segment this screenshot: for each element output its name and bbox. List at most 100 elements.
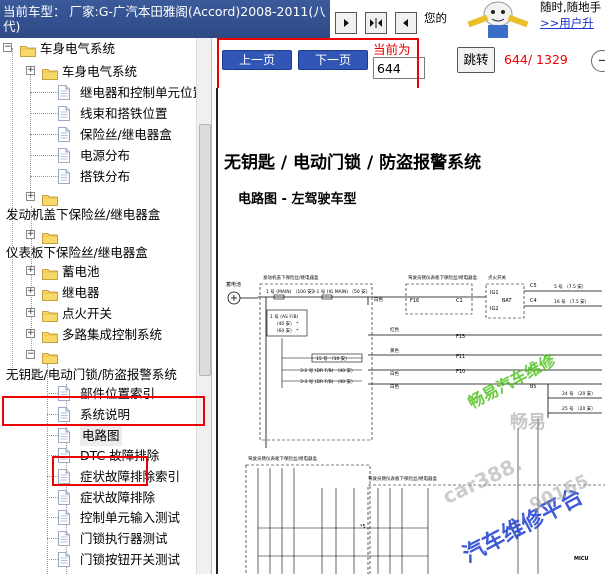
top-message: 您的 (424, 11, 447, 25)
star5-label: *5 (360, 524, 366, 530)
tree-item[interactable]: 保险丝/继电器盒 (0, 124, 200, 145)
tree-item[interactable]: 仪表板下保险丝/继电器盒 (0, 242, 200, 263)
wire-white-2: 白色 (390, 370, 399, 377)
box2-title: 驾驶员侧仪表板下保险丝/继电器盒 (408, 274, 478, 281)
c5-label: C5 (530, 283, 537, 289)
tree-item[interactable]: 发动机盖下保险丝/继电器盒 (0, 204, 200, 225)
tree-item[interactable]: + 继电器 (0, 282, 200, 303)
tree-item-label: 门锁按钮开关测试 (80, 552, 181, 567)
folder-icon (42, 265, 58, 280)
c1-label: C1 (456, 298, 463, 304)
tree-item-label: 车身电气系统 (40, 41, 116, 56)
folder-icon (42, 286, 58, 301)
tree-item[interactable]: 症状故障排除 (0, 487, 200, 508)
slogan-text: 随时,随地手 (540, 0, 602, 14)
expand-icon[interactable]: + (26, 308, 35, 317)
tree-item-label: 继电器和控制单元位置 (80, 85, 206, 100)
folder-icon (42, 229, 58, 244)
expand-icon[interactable]: + (26, 266, 35, 275)
lower-title-2: 驾驶员侧仪表板下保险丝/继电器盒 (368, 475, 438, 482)
tree-item-label: 搭铁分布 (80, 169, 131, 184)
document-page[interactable]: 无钥匙 / 电动门锁 / 防盗报警系统 电路图 - 左驾驶车型 蓄电池 发动机盖… (216, 88, 605, 574)
minus-icon[interactable]: – (591, 50, 605, 72)
tree-item[interactable]: + 车身电气系统 (0, 61, 200, 82)
expand-icon[interactable]: + (26, 287, 35, 296)
document-icon (58, 85, 70, 100)
upgrade-link[interactable]: >>用户升 (540, 16, 605, 30)
document-icon (58, 510, 70, 525)
arrow-left-icon (403, 19, 408, 27)
vehicle-info: 当前车型： 厂家:G-广汽本田雅阁(Accord)2008-2011(八代) (0, 0, 330, 38)
expand-icon[interactable]: + (26, 230, 35, 239)
document-toolbar: 上一页 下一页 当前为 跳转 644/ 1329 – (213, 38, 605, 91)
page-count: 644/ 1329 (504, 52, 568, 67)
folder-icon (42, 307, 58, 322)
tree-item[interactable]: + 蓄电池 (0, 261, 200, 282)
micu-label: MICU (574, 556, 589, 562)
document-icon (58, 106, 70, 121)
tree-item-label: 电路图 (80, 425, 122, 446)
go-to-page-button[interactable]: 跳转 (457, 47, 495, 73)
fuse25-label: 25 号 （20 安） (562, 405, 596, 412)
tree-item-label: 门锁执行器测试 (80, 531, 168, 546)
tree-item[interactable]: − 车身电气系统 (0, 38, 200, 59)
tree-scrollbar-thumb[interactable] (199, 124, 211, 376)
fuse5-label: 5 号 （7.5 安） (554, 283, 586, 290)
document-icon (58, 552, 70, 567)
tree-item[interactable]: 电路图 (0, 425, 200, 446)
tree-item[interactable]: 门锁执行器测试 (0, 528, 200, 549)
nav-left-button[interactable] (335, 12, 357, 34)
tree-item-label: 继电器 (62, 285, 100, 300)
tree-scrollbar[interactable] (196, 38, 211, 574)
folder-icon (42, 191, 58, 206)
tree-item[interactable]: + 点火开关 (0, 303, 200, 324)
tree-item-label: 蓄电池 (62, 264, 100, 279)
battery-label: 蓄电池 (226, 281, 241, 288)
folder-icon (42, 349, 58, 364)
document-icon (58, 148, 70, 163)
highlight-box-toolbar (217, 38, 419, 91)
f11-label: F11 (456, 354, 465, 360)
tree-item[interactable]: 门锁按钮开关测试 (0, 549, 200, 570)
collapse-icon[interactable]: − (3, 43, 12, 52)
expand-icon[interactable]: + (26, 66, 35, 75)
absfb-rating-2: （60 安） * (274, 327, 299, 334)
tree-item[interactable]: 线束和搭铁位置 (0, 103, 200, 124)
tree-item[interactable]: 无钥匙/电动门锁/防盗报警系统 (0, 364, 200, 385)
document-icon (58, 428, 70, 443)
arrow-right-icon (344, 19, 349, 27)
wire-yellow: 黄色 (390, 347, 399, 354)
collapse-icon[interactable]: − (26, 350, 35, 359)
highlight-box-section (2, 396, 205, 426)
nav-center-button[interactable] (365, 12, 387, 34)
ig2-label: IG2 (490, 306, 499, 312)
f15-label: F15 (456, 334, 465, 340)
tree-item[interactable]: 搭铁分布 (0, 166, 200, 187)
tree-item-label: 保险丝/继电器盒 (80, 127, 172, 142)
app-window: 当前车型： 厂家:G-广汽本田雅阁(Accord)2008-2011(八代) 您… (0, 0, 605, 574)
document-icon (58, 531, 70, 546)
wire-red: 红色 (390, 326, 399, 333)
tree-item-label: 车身电气系统 (62, 64, 138, 79)
expand-icon[interactable]: + (26, 192, 35, 201)
ignition-switch-label: 点火开关 (488, 274, 506, 281)
f10-label: F10 (456, 369, 465, 375)
main-fuse-label: 1 号 (MAIN) （100 安） (266, 288, 316, 295)
folder-icon (42, 65, 58, 80)
tree-item[interactable]: 电源分布 (0, 145, 200, 166)
tree-item[interactable]: + 多路集成控制系统 (0, 324, 200, 345)
folder-icon (42, 328, 58, 343)
tree-item-label: 发动机盖下保险丝/继电器盒 (6, 207, 161, 222)
tree-item[interactable]: 控制单元输入测试 (0, 507, 200, 528)
tree-item-label: 控制单元输入测试 (80, 510, 181, 525)
fuse33-label: 3-3 号 (DR F/B) （40 安） (300, 378, 356, 385)
expand-icon[interactable]: + (26, 329, 35, 338)
tree-item[interactable]: 继电器和控制单元位置 (0, 82, 205, 103)
box1-title: 发动机盖下保险丝/继电器盒 (263, 274, 319, 281)
tree-item[interactable]: − (0, 345, 200, 366)
lower-title: 驾驶员侧仪表板下保险丝/继电器盒 (248, 455, 318, 462)
nav-back-button[interactable] (395, 12, 417, 34)
document-icon (58, 490, 70, 505)
tree-item-label: 点火开关 (62, 306, 113, 321)
tree-item-label: 多路集成控制系统 (62, 327, 163, 342)
